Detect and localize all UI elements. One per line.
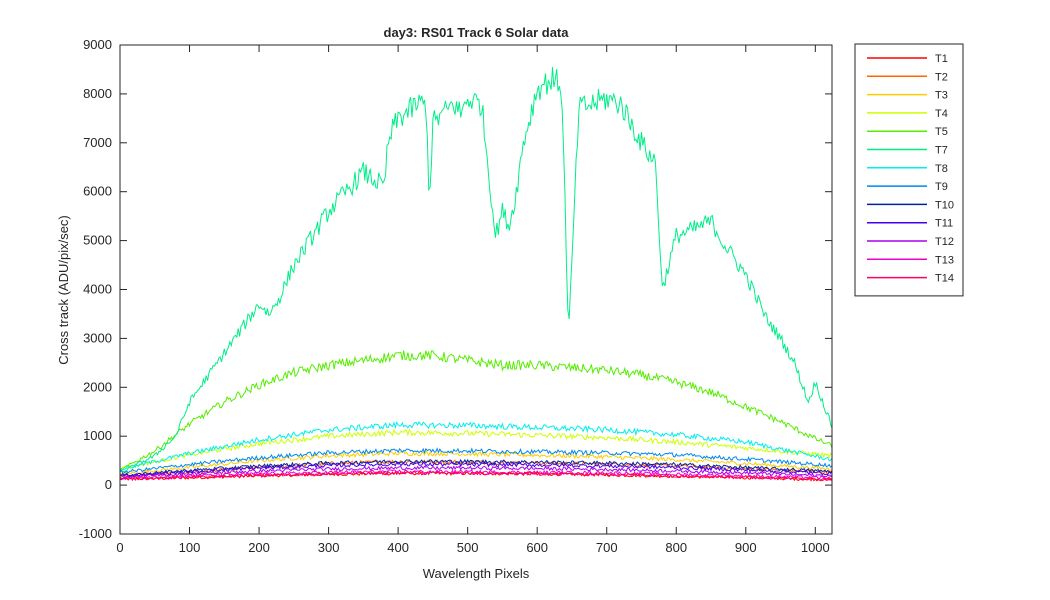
series-line-t7: [119, 67, 833, 473]
legend-label-t1: T1: [935, 53, 948, 65]
y-tick-label: 0: [105, 477, 112, 492]
y-tick-label: 1000: [83, 428, 112, 443]
y-tick-label: 6000: [83, 184, 112, 199]
legend-label-t12: T12: [935, 236, 954, 248]
x-tick-label: 300: [318, 540, 340, 555]
legend-label-t7: T7: [935, 145, 948, 157]
legend-label-t10: T10: [935, 199, 954, 211]
chart-title: day3: RS01 Track 6 Solar data: [384, 25, 570, 40]
legend-label-t11: T11: [935, 218, 953, 230]
x-tick-label: 200: [248, 540, 270, 555]
y-tick-label: 9000: [83, 37, 112, 52]
legend-label-t13: T13: [935, 254, 954, 266]
legend-label-t8: T8: [935, 163, 948, 175]
legend-label-t9: T9: [935, 181, 948, 193]
x-tick-label: 600: [526, 540, 548, 555]
x-tick-label: 400: [387, 540, 409, 555]
legend-label-t14: T14: [935, 273, 954, 285]
y-tick-label: 5000: [83, 233, 112, 248]
x-tick-label: 100: [179, 540, 201, 555]
y-tick-label: 7000: [83, 135, 112, 150]
x-tick-label: 500: [457, 540, 479, 555]
y-tick-label: 2000: [83, 379, 112, 394]
legend: T1 T2 T3 T4 T5 T7 T8 T9 T10 T11 T12 T13 T14: [854, 43, 964, 297]
x-tick-label: 800: [665, 540, 687, 555]
x-axis-title: Wavelength Pixels: [423, 566, 530, 581]
x-tick-label: 700: [596, 540, 618, 555]
x-tick-label: 0: [116, 540, 123, 555]
legend-label-t3: T3: [935, 90, 948, 102]
legend-label-t4: T4: [935, 108, 948, 120]
legend-label-t2: T2: [935, 71, 948, 83]
y-tick-label: 8000: [83, 86, 112, 101]
y-axis-title: Cross track (ADU/pix/sec): [56, 215, 71, 365]
chart-figure: 0 100 200 300 400 500 600 700 800 900 1000 -1000 0 10…: [56, 25, 964, 581]
x-tick-label: 900: [735, 540, 757, 555]
legend-label-t5: T5: [935, 126, 948, 138]
plot-layer: [119, 67, 833, 482]
x-tick-label: 1000: [801, 540, 830, 555]
y-tick-label: 3000: [83, 330, 112, 345]
y-tick-label: -1000: [79, 526, 112, 541]
y-tick-label: 4000: [83, 282, 112, 297]
